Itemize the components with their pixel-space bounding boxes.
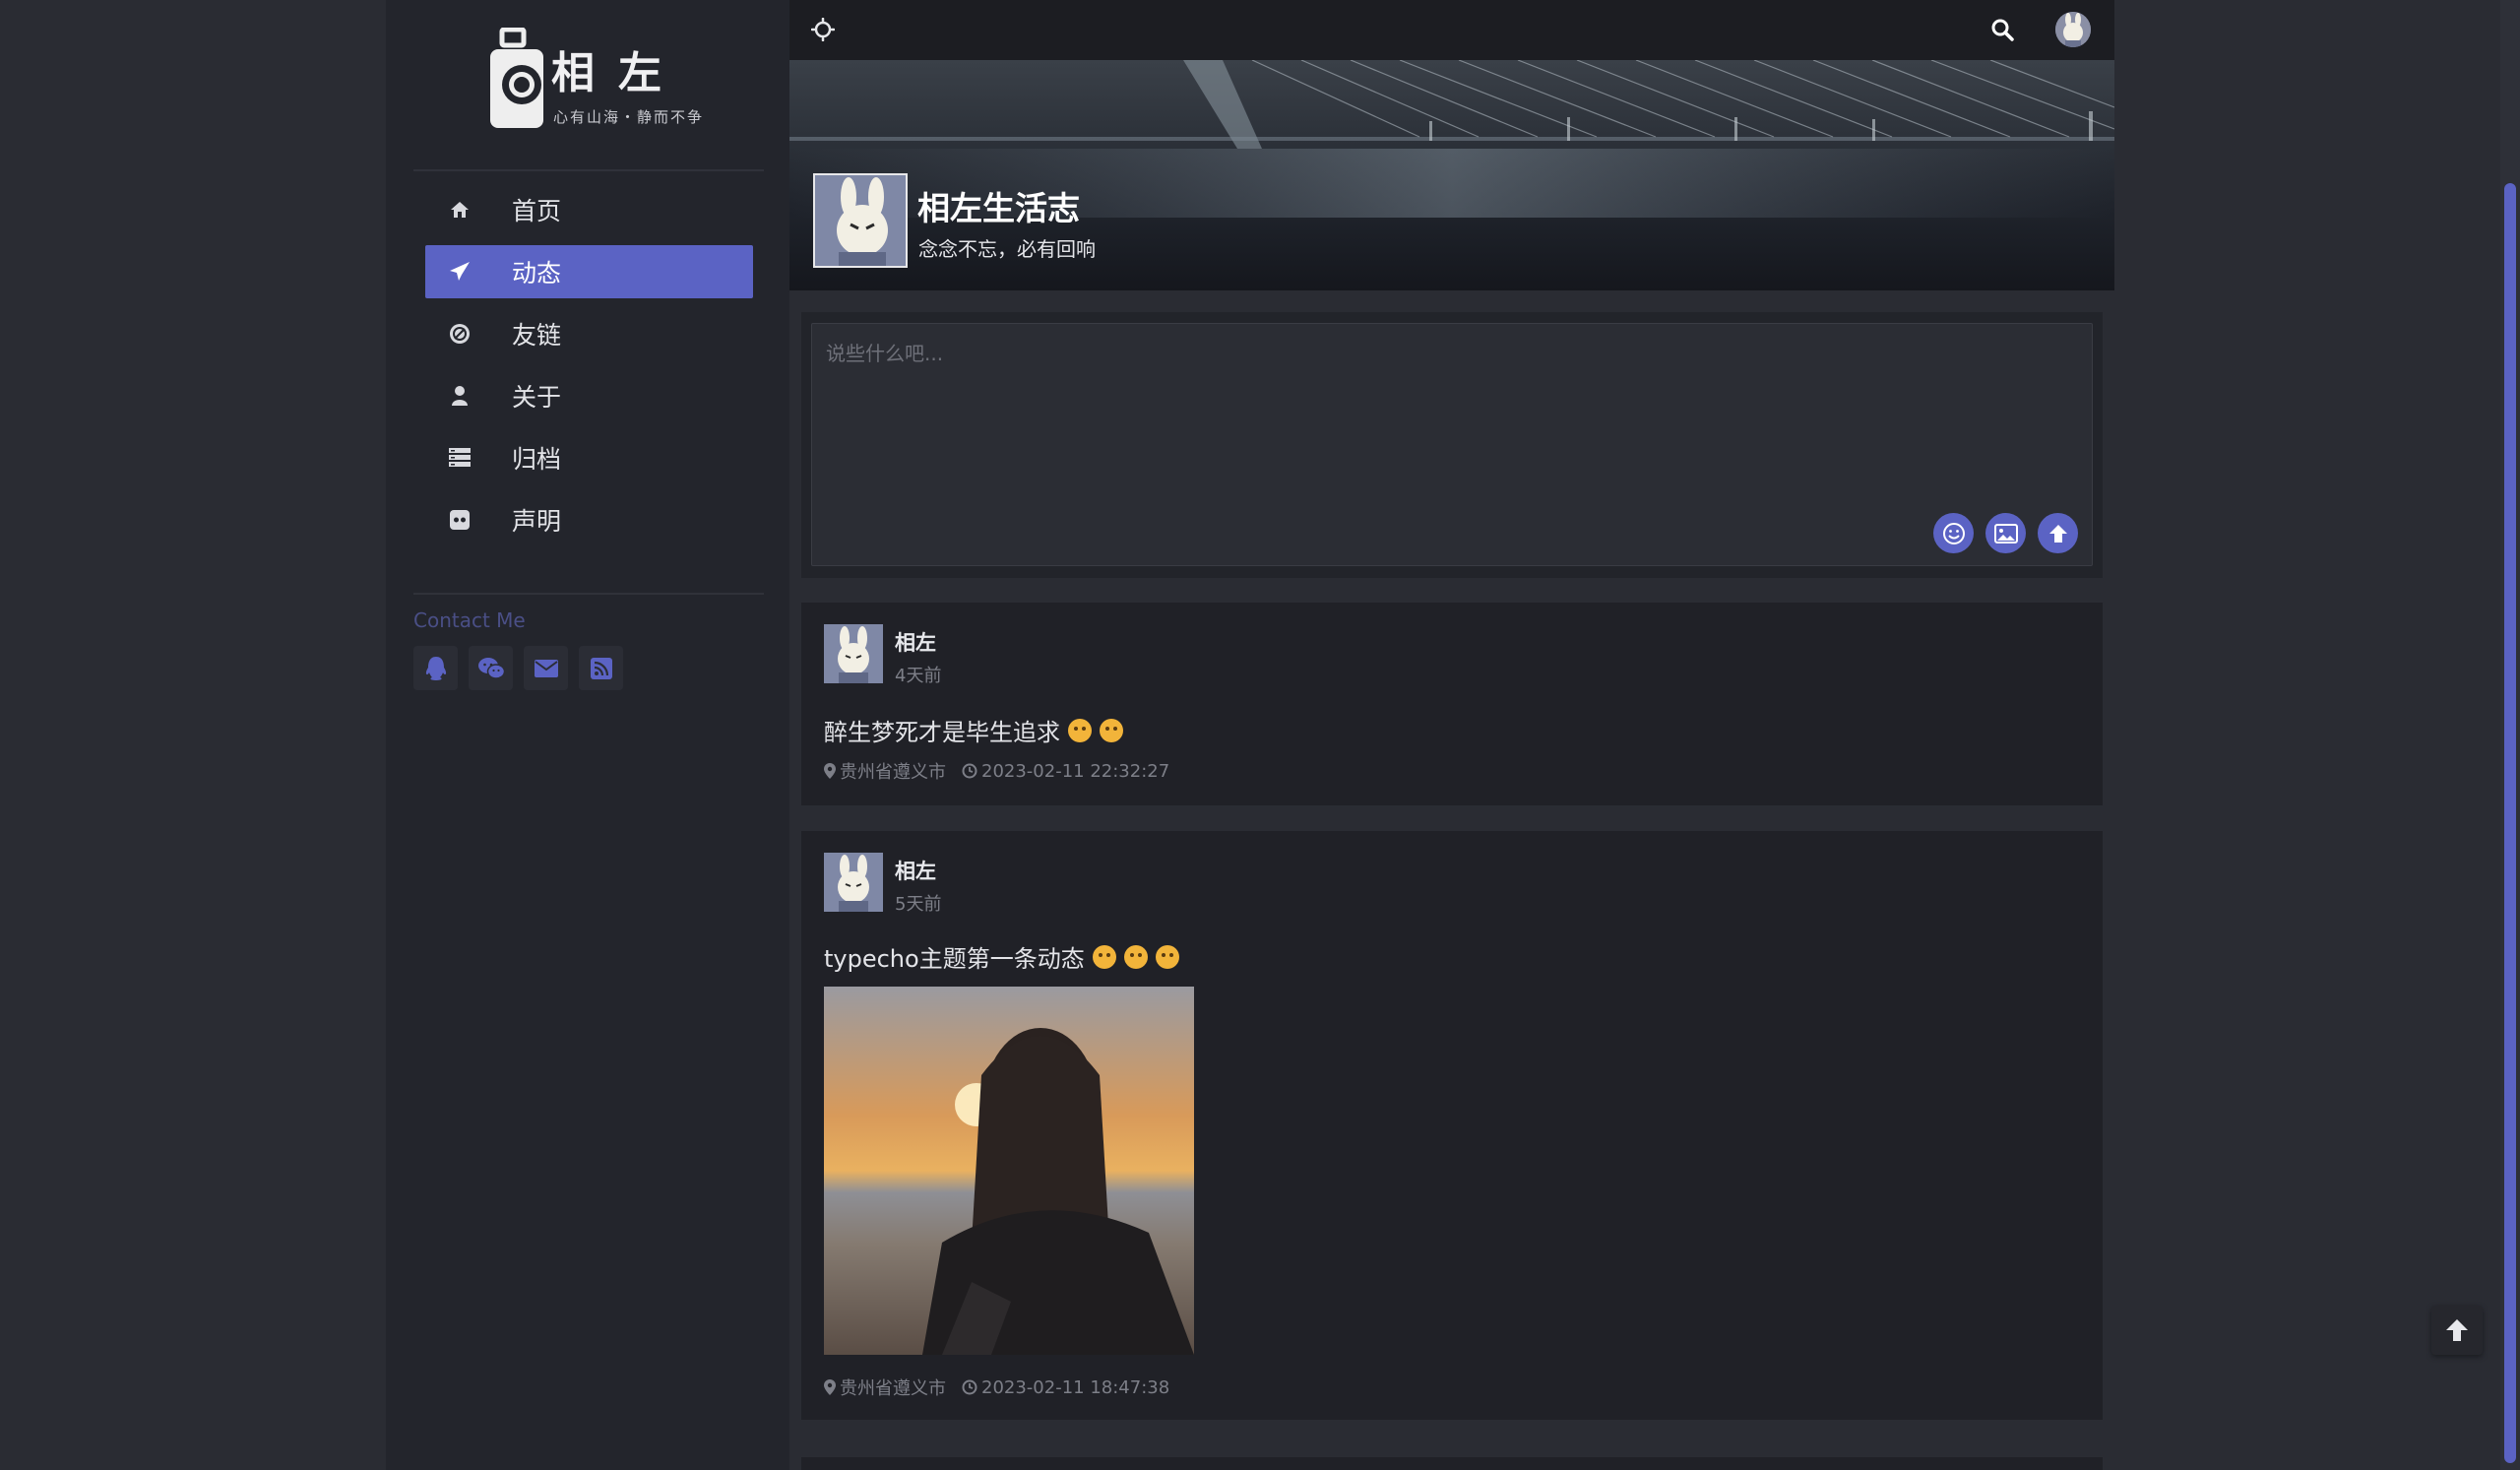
camera-logo-icon [490, 28, 543, 128]
scrollbar-thumb[interactable] [2504, 183, 2516, 1463]
rss-icon [590, 657, 612, 679]
smile-emoji-icon [1068, 718, 1092, 742]
user-icon [449, 385, 471, 407]
main-content: 相左生活志 念念不忘，必有回响 说些什么吧... 相左 4天前 醉生梦死才是毕生… [789, 0, 2114, 1470]
arrow-up-icon [2048, 524, 2067, 543]
post-photo[interactable] [824, 987, 1194, 1355]
post-meta: 贵州省遵义市 2023-02-11 18:47:38 [824, 1374, 1169, 1400]
notice-icon [449, 509, 471, 531]
post-content: typecho主题第一条动态 [824, 939, 1179, 974]
image-icon [1993, 523, 2018, 543]
image-upload-button[interactable] [1985, 513, 2026, 553]
logo-title: 相左 [551, 48, 685, 98]
contact-title: Contact Me [413, 608, 526, 632]
topbar [789, 0, 2114, 60]
profile-avatar[interactable] [813, 173, 908, 268]
rabbit-avatar-icon [2055, 12, 2091, 47]
search-icon [1991, 19, 2014, 41]
sidebar-divider [413, 593, 764, 595]
emoji-button[interactable] [1933, 513, 1974, 553]
post-avatar[interactable] [824, 624, 883, 683]
rabbit-avatar-icon [824, 624, 883, 683]
rabbit-avatar-icon [815, 175, 906, 266]
composer-textarea[interactable]: 说些什么吧... [811, 323, 2093, 566]
nav-label: 声明 [512, 507, 562, 536]
post-location: 贵州省遵义市 [840, 762, 946, 783]
nav-label: 动态 [512, 259, 562, 288]
nav-item-links[interactable]: 友链 [425, 307, 753, 360]
contact-qq-button[interactable] [413, 646, 458, 690]
clock-icon [962, 1379, 977, 1395]
archive-icon [449, 447, 471, 469]
grimace-emoji-icon [1092, 944, 1116, 969]
home-icon [449, 199, 471, 221]
contact-mail-button[interactable] [524, 646, 568, 690]
nav-label: 归档 [512, 445, 562, 474]
post-time: 5天前 [895, 894, 942, 915]
nav-label: 关于 [512, 383, 562, 412]
contact-wechat-button[interactable] [469, 646, 513, 690]
post-avatar[interactable] [824, 853, 883, 912]
main-nav: 首页 动态 友链 关于 归档 声明 [425, 183, 753, 555]
post-time: 4天前 [895, 666, 942, 686]
post-composer: 说些什么吧... [801, 312, 2103, 578]
nav-item-home[interactable]: 首页 [425, 183, 753, 236]
post-text: typecho主题第一条动态 [824, 945, 1085, 973]
location-icon [824, 763, 836, 779]
send-icon [449, 261, 471, 283]
sun-icon [810, 17, 836, 42]
nav-label: 首页 [512, 197, 562, 225]
sidebar: 相左 心有山海・静而不争 首页 动态 友链 关于 归档 声明 Contact M… [386, 0, 789, 1470]
nav-item-moments[interactable]: 动态 [425, 245, 753, 298]
next-post-card [801, 1457, 2103, 1470]
composer-tools [1933, 513, 2078, 553]
profile-title: 相左生活志 [917, 189, 1080, 227]
moment-post: 相左 5天前 typecho主题第一条动态 贵州省遵义市 2023-02-11 … [801, 831, 2103, 1420]
contact-icons [413, 646, 623, 690]
smile-icon [1942, 522, 1965, 544]
sidebar-divider [413, 169, 764, 171]
link-icon [449, 323, 471, 345]
wechat-icon [477, 657, 505, 679]
post-meta: 贵州省遵义市 2023-02-11 22:32:27 [824, 758, 1169, 784]
location-icon [824, 1379, 836, 1395]
smile-emoji-icon [1100, 718, 1123, 742]
grimace-emoji-icon [1155, 944, 1179, 969]
profile-banner: 相左生活志 念念不忘，必有回响 [789, 60, 2114, 290]
nav-label: 友链 [512, 321, 562, 350]
search-button[interactable] [1990, 18, 2014, 45]
profile-subtitle: 念念不忘，必有回响 [918, 237, 1096, 261]
qq-icon [425, 656, 446, 680]
nav-item-archive[interactable]: 归档 [425, 431, 753, 484]
user-avatar[interactable] [2055, 12, 2091, 47]
post-author[interactable]: 相左 [895, 856, 936, 885]
logo-slogan: 心有山海・静而不争 [553, 108, 705, 126]
moment-post: 相左 4天前 醉生梦死才是毕生追求 贵州省遵义市 2023-02-11 22:3… [801, 603, 2103, 805]
submit-post-button[interactable] [2038, 513, 2078, 553]
arrow-up-icon [2446, 1319, 2468, 1341]
composer-placeholder: 说些什么吧... [826, 342, 944, 365]
post-text: 醉生梦死才是毕生追求 [824, 719, 1060, 746]
sunset-beach-portrait-image [824, 987, 1194, 1355]
rabbit-avatar-icon [824, 853, 883, 912]
contact-rss-button[interactable] [579, 646, 623, 690]
back-to-top-button[interactable] [2431, 1306, 2483, 1355]
nav-item-notice[interactable]: 声明 [425, 493, 753, 546]
post-content: 醉生梦死才是毕生追求 [824, 713, 1123, 747]
page-scrollbar[interactable] [2500, 0, 2520, 1470]
grimace-emoji-icon [1123, 944, 1148, 969]
post-datetime: 2023-02-11 22:32:27 [981, 760, 1170, 782]
post-datetime: 2023-02-11 18:47:38 [981, 1376, 1170, 1398]
clock-icon [962, 763, 977, 779]
mail-icon [534, 659, 558, 677]
post-author[interactable]: 相左 [895, 627, 936, 657]
nav-item-about[interactable]: 关于 [425, 369, 753, 422]
theme-toggle-button[interactable] [810, 17, 836, 45]
post-location: 贵州省遵义市 [840, 1378, 946, 1399]
